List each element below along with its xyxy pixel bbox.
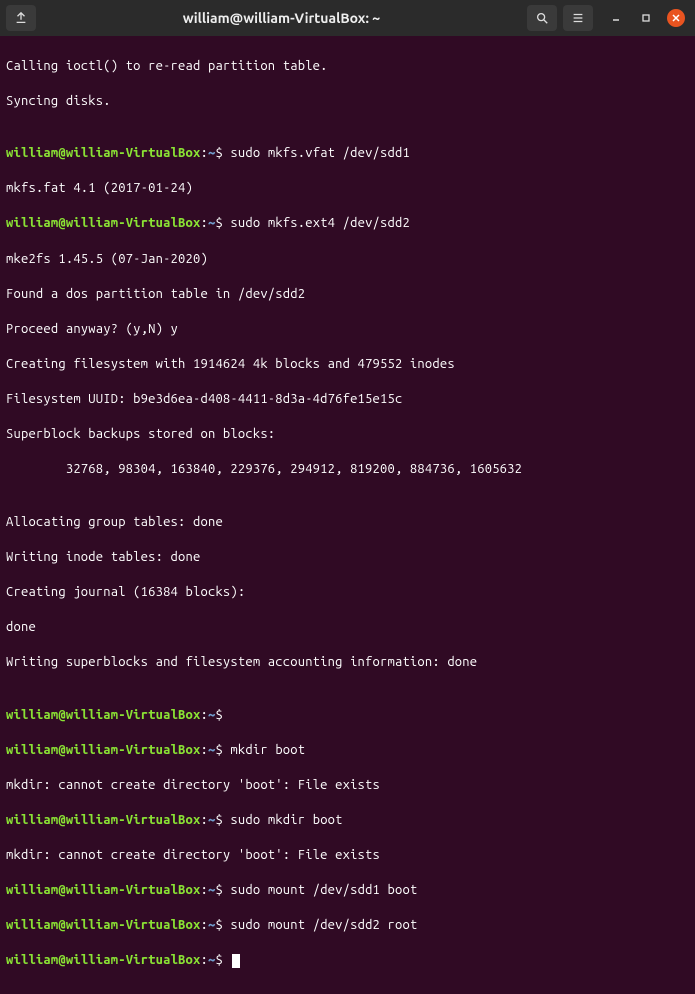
close-button[interactable] (667, 9, 685, 27)
command-text: sudo mount /dev/sdd2 root (223, 918, 417, 932)
output-line: Found a dos partition table in /dev/sdd2 (6, 286, 689, 304)
command-text: sudo mkfs.ext4 /dev/sdd2 (223, 216, 410, 230)
output-line: done (6, 619, 689, 637)
output-line: Writing inode tables: done (6, 549, 689, 567)
prompt-line: william@william-VirtualBox:~$ sudo mount… (6, 917, 689, 935)
prompt-path: ~ (208, 708, 215, 722)
titlebar: william@william-VirtualBox: ~ (0, 0, 695, 36)
command-text: sudo mkfs.vfat /dev/sdd1 (223, 146, 410, 160)
output-line: mke2fs 1.45.5 (07-Jan-2020) (6, 251, 689, 269)
output-line: mkdir: cannot create directory 'boot': F… (6, 777, 689, 795)
maximize-button[interactable] (637, 9, 655, 27)
output-line: Creating filesystem with 1914624 4k bloc… (6, 356, 689, 374)
prompt-at: @ (58, 813, 65, 827)
minimize-button[interactable] (607, 9, 625, 27)
prompt-dollar: $ (215, 918, 222, 932)
prompt-at: @ (58, 743, 65, 757)
prompt-host: william-VirtualBox (66, 743, 201, 757)
output-line: Creating journal (16384 blocks): (6, 584, 689, 602)
prompt-host: william-VirtualBox (66, 708, 201, 722)
prompt-dollar: $ (215, 883, 222, 897)
prompt-at: @ (58, 708, 65, 722)
prompt-dollar: $ (215, 743, 222, 757)
prompt-colon: : (201, 883, 208, 897)
prompt-host: william-VirtualBox (66, 918, 201, 932)
search-button[interactable] (527, 5, 557, 31)
cursor (232, 954, 240, 968)
prompt-at: @ (58, 918, 65, 932)
prompt-user: william (6, 953, 58, 967)
prompt-line: william@william-VirtualBox:~$ (6, 952, 689, 970)
prompt-colon: : (201, 216, 208, 230)
new-tab-button[interactable] (6, 5, 36, 31)
prompt-dollar: $ (215, 953, 222, 967)
prompt-path: ~ (208, 918, 215, 932)
prompt-path: ~ (208, 953, 215, 967)
output-line: Superblock backups stored on blocks: (6, 426, 689, 444)
prompt-dollar: $ (215, 146, 222, 160)
output-line: mkdir: cannot create directory 'boot': F… (6, 847, 689, 865)
output-line: 32768, 98304, 163840, 229376, 294912, 81… (6, 461, 689, 479)
maximize-icon (641, 13, 651, 23)
prompt-at: @ (58, 883, 65, 897)
menu-button[interactable] (563, 5, 593, 31)
prompt-line: william@william-VirtualBox:~$ (6, 707, 689, 725)
prompt-at: @ (58, 146, 65, 160)
output-line: Calling ioctl() to re-read partition tab… (6, 58, 689, 76)
prompt-dollar: $ (215, 708, 222, 722)
command-text: sudo mount /dev/sdd1 boot (223, 883, 417, 897)
prompt-colon: : (201, 918, 208, 932)
output-line: mkfs.fat 4.1 (2017-01-24) (6, 180, 689, 198)
prompt-host: william-VirtualBox (66, 953, 201, 967)
prompt-user: william (6, 146, 58, 160)
prompt-line: william@william-VirtualBox:~$ sudo mount… (6, 882, 689, 900)
output-line: Syncing disks. (6, 93, 689, 111)
prompt-user: william (6, 883, 58, 897)
search-icon (535, 11, 549, 25)
prompt-dollar: $ (215, 216, 222, 230)
prompt-user: william (6, 743, 58, 757)
prompt-host: william-VirtualBox (66, 216, 201, 230)
terminal-body[interactable]: Calling ioctl() to re-read partition tab… (0, 36, 695, 994)
output-line: Writing superblocks and filesystem accou… (6, 654, 689, 672)
prompt-colon: : (201, 708, 208, 722)
prompt-at: @ (58, 953, 65, 967)
prompt-host: william-VirtualBox (66, 146, 201, 160)
prompt-colon: : (201, 953, 208, 967)
prompt-line: william@william-VirtualBox:~$ sudo mkfs.… (6, 145, 689, 163)
hamburger-icon (571, 11, 585, 25)
prompt-host: william-VirtualBox (66, 813, 201, 827)
prompt-line: william@william-VirtualBox:~$ sudo mkfs.… (6, 215, 689, 233)
prompt-colon: : (201, 813, 208, 827)
output-line: Filesystem UUID: b9e3d6ea-d408-4411-8d3a… (6, 391, 689, 409)
prompt-colon: : (201, 743, 208, 757)
prompt-user: william (6, 708, 58, 722)
prompt-user: william (6, 918, 58, 932)
prompt-path: ~ (208, 743, 215, 757)
window-title: william@william-VirtualBox: ~ (42, 10, 521, 26)
window-controls (607, 9, 685, 27)
prompt-user: william (6, 216, 58, 230)
prompt-line: william@william-VirtualBox:~$ sudo mkdir… (6, 812, 689, 830)
output-line: Proceed anyway? (y,N) y (6, 321, 689, 339)
minimize-icon (611, 13, 621, 23)
prompt-dollar: $ (215, 813, 222, 827)
prompt-line: william@william-VirtualBox:~$ mkdir boot (6, 742, 689, 760)
prompt-at: @ (58, 216, 65, 230)
new-tab-icon (14, 11, 28, 25)
prompt-path: ~ (208, 883, 215, 897)
close-icon (671, 13, 681, 23)
command-text: mkdir boot (223, 743, 305, 757)
prompt-host: william-VirtualBox (66, 883, 201, 897)
prompt-user: william (6, 813, 58, 827)
prompt-path: ~ (208, 813, 215, 827)
command-text: sudo mkdir boot (223, 813, 343, 827)
command-text (223, 953, 230, 967)
prompt-colon: : (201, 146, 208, 160)
